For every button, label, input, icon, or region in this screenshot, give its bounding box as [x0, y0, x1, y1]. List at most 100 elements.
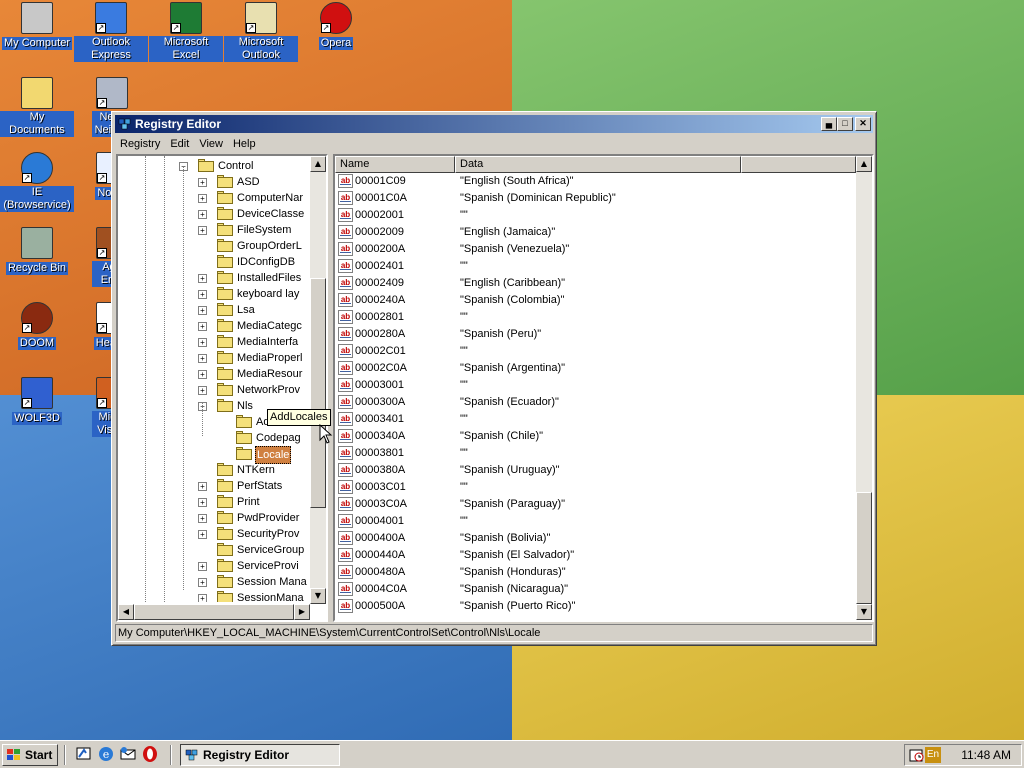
value-row[interactable]: ab 00002C01 "" — [335, 343, 855, 360]
tree-item[interactable]: NTKern — [118, 462, 312, 478]
tree-item[interactable]: + ASD — [118, 174, 312, 190]
expand-icon[interactable]: + — [198, 194, 207, 203]
menu-edit[interactable]: Edit — [165, 135, 194, 152]
task-scheduler-icon[interactable] — [909, 747, 925, 763]
expand-icon[interactable]: + — [198, 306, 207, 315]
value-row[interactable]: ab 0000440A "Spanish (El Salvador)" — [335, 547, 855, 564]
value-row[interactable]: ab 00001C0A "Spanish (Dominican Republic)" — [335, 190, 855, 207]
value-row[interactable]: ab 0000380A "Spanish (Uruguay)" — [335, 462, 855, 479]
list-vertical-scrollbar[interactable]: ▲ ▼ — [856, 156, 872, 620]
tree-scroll-left-button[interactable]: ◀ — [118, 604, 134, 620]
expand-icon[interactable]: + — [198, 578, 207, 587]
desktop-icon[interactable]: Recycle Bin — [0, 227, 74, 275]
value-row[interactable]: ab 0000400A "Spanish (Bolivia)" — [335, 530, 855, 547]
list-scroll-up-button[interactable]: ▲ — [856, 156, 872, 172]
tree-item[interactable]: + DeviceClasse — [118, 206, 312, 222]
tree-item[interactable]: + PwdProvider — [118, 510, 312, 526]
tree-item[interactable]: Codepag — [118, 430, 312, 446]
desktop-icon[interactable]: ↗ Outlook Express — [74, 2, 148, 62]
language-indicator[interactable]: En — [925, 747, 941, 763]
desktop-icon[interactable]: ↗ Opera — [299, 2, 373, 50]
expand-icon[interactable]: + — [198, 370, 207, 379]
tree-item[interactable]: + ServiceProvi — [118, 558, 312, 574]
tree-item[interactable]: + ComputerNar — [118, 190, 312, 206]
tree-item[interactable]: + Print — [118, 494, 312, 510]
desktop-icon[interactable]: ↗ Microsoft Outlook — [224, 2, 298, 62]
tree-item[interactable]: + MediaResour — [118, 366, 312, 382]
menu-view[interactable]: View — [194, 135, 228, 152]
tree-hscroll-thumb[interactable] — [134, 604, 294, 620]
expand-icon[interactable]: + — [198, 354, 207, 363]
expand-icon[interactable]: + — [198, 178, 207, 187]
value-row[interactable]: ab 00002409 "English (Caribbean)" — [335, 275, 855, 292]
value-row[interactable]: ab 00002001 "" — [335, 207, 855, 224]
tree-vertical-scrollbar[interactable]: ▲ ▼ — [310, 156, 326, 604]
tree-scroll-thumb[interactable] — [310, 278, 326, 508]
tree-item[interactable]: + Session Mana — [118, 574, 312, 590]
expand-icon[interactable]: + — [198, 562, 207, 571]
value-row[interactable]: ab 00002C0A "Spanish (Argentina)" — [335, 360, 855, 377]
tree-item[interactable]: + MediaInterfa — [118, 334, 312, 350]
desktop-icon[interactable]: ↗ Microsoft Excel — [149, 2, 223, 62]
expand-icon[interactable]: + — [198, 226, 207, 235]
expand-icon[interactable]: + — [198, 386, 207, 395]
show-desktop-icon[interactable] — [75, 745, 93, 763]
title-bar[interactable]: Registry Editor ▄ □ ✕ — [115, 115, 873, 133]
list-scroll-down-button[interactable]: ▼ — [856, 604, 872, 620]
list-scroll-thumb[interactable] — [856, 492, 872, 604]
tree-item[interactable]: − Control — [118, 158, 312, 174]
expand-icon[interactable]: + — [198, 290, 207, 299]
desktop-icon[interactable]: My Documents — [0, 77, 74, 137]
start-button[interactable]: Start — [2, 744, 58, 766]
expand-icon[interactable]: + — [198, 338, 207, 347]
value-row[interactable]: ab 00004001 "" — [335, 513, 855, 530]
value-row[interactable]: ab 0000340A "Spanish (Chile)" — [335, 428, 855, 445]
pane-splitter[interactable] — [328, 154, 332, 622]
column-header-name[interactable]: Name — [335, 156, 455, 173]
close-button[interactable]: ✕ — [855, 117, 871, 131]
tree-item[interactable]: + NetworkProv — [118, 382, 312, 398]
value-row[interactable]: ab 00001C09 "English (South Africa)" — [335, 173, 855, 190]
tree-item[interactable]: + SecurityProv — [118, 526, 312, 542]
value-row[interactable]: ab 0000300A "Spanish (Ecuador)" — [335, 394, 855, 411]
ie-quicklaunch-icon[interactable]: e — [97, 745, 115, 763]
desktop-icon[interactable]: ↗ DOOM — [0, 302, 74, 350]
registry-editor-window[interactable]: Registry Editor ▄ □ ✕ Registry Edit View… — [111, 111, 877, 646]
value-row[interactable]: ab 00002401 "" — [335, 258, 855, 275]
tree-item[interactable]: + keyboard lay — [118, 286, 312, 302]
value-row[interactable]: ab 00003C01 "" — [335, 479, 855, 496]
tree-item[interactable]: + PerfStats — [118, 478, 312, 494]
tree-scroll-down-button[interactable]: ▼ — [310, 588, 326, 604]
expand-icon[interactable]: + — [198, 594, 207, 602]
tree-item[interactable]: + FileSystem — [118, 222, 312, 238]
tree-item[interactable]: IDConfigDB — [118, 254, 312, 270]
value-row[interactable]: ab 0000480A "Spanish (Honduras)" — [335, 564, 855, 581]
value-row[interactable]: ab 00003C0A "Spanish (Paraguay)" — [335, 496, 855, 513]
expand-icon[interactable]: + — [198, 498, 207, 507]
expand-icon[interactable]: + — [198, 530, 207, 539]
value-row[interactable]: ab 00003001 "" — [335, 377, 855, 394]
expand-icon[interactable]: + — [198, 210, 207, 219]
value-row[interactable]: ab 0000280A "Spanish (Peru)" — [335, 326, 855, 343]
expand-icon[interactable]: + — [198, 274, 207, 283]
column-header-data[interactable]: Data — [455, 156, 741, 173]
value-row[interactable]: ab 0000240A "Spanish (Colombia)" — [335, 292, 855, 309]
minimize-button[interactable]: ▄ — [821, 117, 837, 131]
taskbar-item-registry-editor[interactable]: Registry Editor — [180, 744, 340, 766]
value-row[interactable]: ab 0000200A "Spanish (Venezuela)" — [335, 241, 855, 258]
menu-help[interactable]: Help — [228, 135, 261, 152]
tree-item[interactable]: GroupOrderL — [118, 238, 312, 254]
expand-icon[interactable]: + — [198, 482, 207, 491]
value-row[interactable]: ab 00003401 "" — [335, 411, 855, 428]
tree-horizontal-scrollbar[interactable]: ◀ ▶ — [118, 604, 310, 620]
tree-scroll-up-button[interactable]: ▲ — [310, 156, 326, 172]
tree-item[interactable]: ServiceGroup — [118, 542, 312, 558]
value-row[interactable]: ab 00004C0A "Spanish (Nicaragua)" — [335, 581, 855, 598]
desktop-icon[interactable]: ↗ IE (Browservice) — [0, 152, 74, 212]
opera-quicklaunch-icon[interactable] — [141, 745, 159, 763]
desktop-icon[interactable]: ↗ WOLF3D — [0, 377, 74, 425]
registry-values-list[interactable]: Name Data ab 00001C09 "English (South Afri… — [333, 154, 874, 622]
value-row[interactable]: ab 00002801 "" — [335, 309, 855, 326]
tree-item[interactable]: + SessionMana — [118, 590, 312, 602]
outlook-express-quicklaunch-icon[interactable] — [119, 745, 137, 763]
